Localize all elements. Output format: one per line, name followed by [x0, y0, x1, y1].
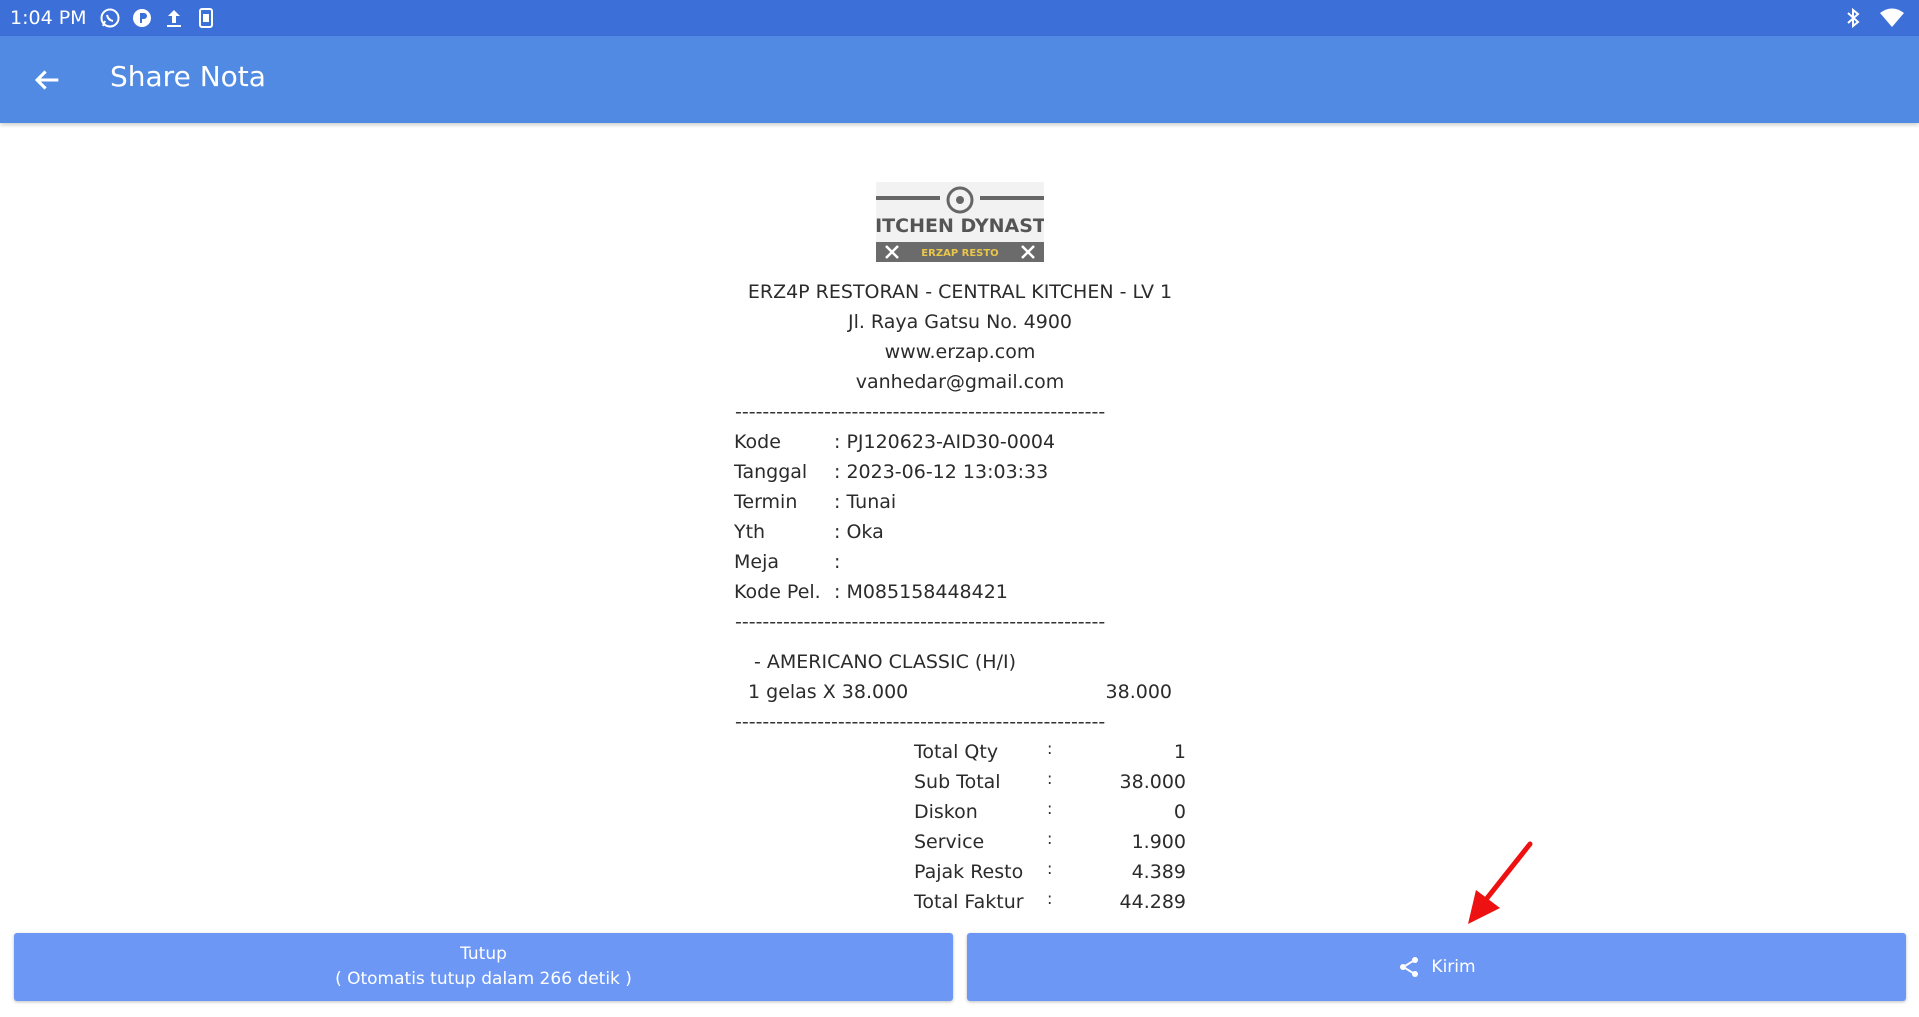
separator: ----------------------------------------…: [735, 711, 1106, 733]
annotation-arrow-icon: [1468, 841, 1533, 924]
separator: ----------------------------------------…: [735, 611, 1106, 633]
whatsapp-icon: [100, 8, 120, 28]
info-value-yth: : Oka: [834, 521, 884, 543]
info-label-kode: Kode: [734, 431, 781, 453]
info-value-meja: :: [834, 551, 841, 573]
wifi-icon: [1880, 8, 1904, 27]
app-icon: [133, 9, 151, 27]
total-faktur-colon: :: [1047, 889, 1053, 908]
logo-tagline-text: ERZAP RESTO: [921, 248, 998, 259]
store-website: www.erzap.com: [884, 341, 1036, 363]
arrow-back-icon[interactable]: [30, 63, 64, 97]
total-faktur-value: 44.289: [1119, 891, 1186, 913]
status-time: 1:04 PM: [10, 7, 87, 29]
sub-total-colon: :: [1047, 769, 1053, 788]
store-address: Jl. Raya Gatsu No. 4900: [847, 311, 1073, 333]
item-amount: 38.000: [1105, 681, 1172, 703]
service-value: 1.900: [1131, 831, 1186, 853]
info-label-termin: Termin: [734, 491, 798, 513]
send-button[interactable]: Kirim: [967, 933, 1906, 1001]
diskon-label: Diskon: [914, 801, 978, 823]
page-title: Share Nota: [110, 60, 266, 93]
app-bar: Share Nota: [0, 36, 1919, 123]
upload-icon: [167, 10, 181, 27]
service-colon: :: [1047, 829, 1053, 848]
info-value-tanggal: : 2023-06-12 13:03:33: [834, 461, 1049, 483]
pajak-resto-value: 4.389: [1131, 861, 1186, 883]
item-name: - AMERICANO CLASSIC (H/I): [754, 651, 1017, 673]
send-button-label: Kirim: [1431, 957, 1476, 977]
total-qty-value: 1: [1173, 741, 1186, 763]
close-button-countdown: ( Otomatis tutup dalam 266 detik ): [335, 969, 632, 989]
info-label-meja: Meja: [734, 551, 780, 573]
logo-brand-text: KITCHEN DYNASTY: [876, 215, 1044, 237]
sub-total-label: Sub Total: [914, 771, 1001, 793]
total-qty-colon: :: [1047, 739, 1053, 758]
close-button[interactable]: Tutup ( Otomatis tutup dalam 266 detik ): [14, 933, 953, 1001]
kitchen-dynasty-logo: KITCHEN DYNASTY ERZAP RESTO: [876, 182, 1044, 262]
info-value-kode-pel: : M085158448421: [834, 581, 1008, 603]
item-qty-line: 1 gelas X 38.000: [748, 681, 909, 703]
sub-total-value: 38.000: [1119, 771, 1186, 793]
close-button-label: Tutup: [460, 944, 507, 964]
device-icon: [199, 8, 213, 28]
info-label-yth: Yth: [734, 521, 766, 543]
pajak-resto-label: Pajak Resto: [914, 861, 1024, 883]
info-label-kode-pel: Kode Pel.: [734, 581, 821, 603]
diskon-colon: :: [1047, 799, 1053, 818]
status-bar: 1:04 PM: [0, 0, 1919, 36]
info-value-kode: : PJ120623-AID30-0004: [834, 431, 1056, 453]
separator: ----------------------------------------…: [735, 401, 1106, 423]
share-icon: [1400, 957, 1419, 977]
store-name: ERZ4P RESTORAN - CENTRAL KITCHEN - LV 1: [747, 281, 1173, 303]
bluetooth-icon: [1847, 7, 1860, 29]
store-email: vanhedar@gmail.com: [855, 371, 1065, 393]
info-value-termin: : Tunai: [834, 491, 897, 513]
total-qty-label: Total Qty: [914, 741, 999, 763]
service-label: Service: [914, 831, 985, 853]
diskon-value: 0: [1173, 801, 1186, 823]
info-label-tanggal: Tanggal: [734, 461, 808, 483]
total-faktur-label: Total Faktur: [914, 891, 1024, 913]
pajak-resto-colon: :: [1047, 859, 1053, 878]
